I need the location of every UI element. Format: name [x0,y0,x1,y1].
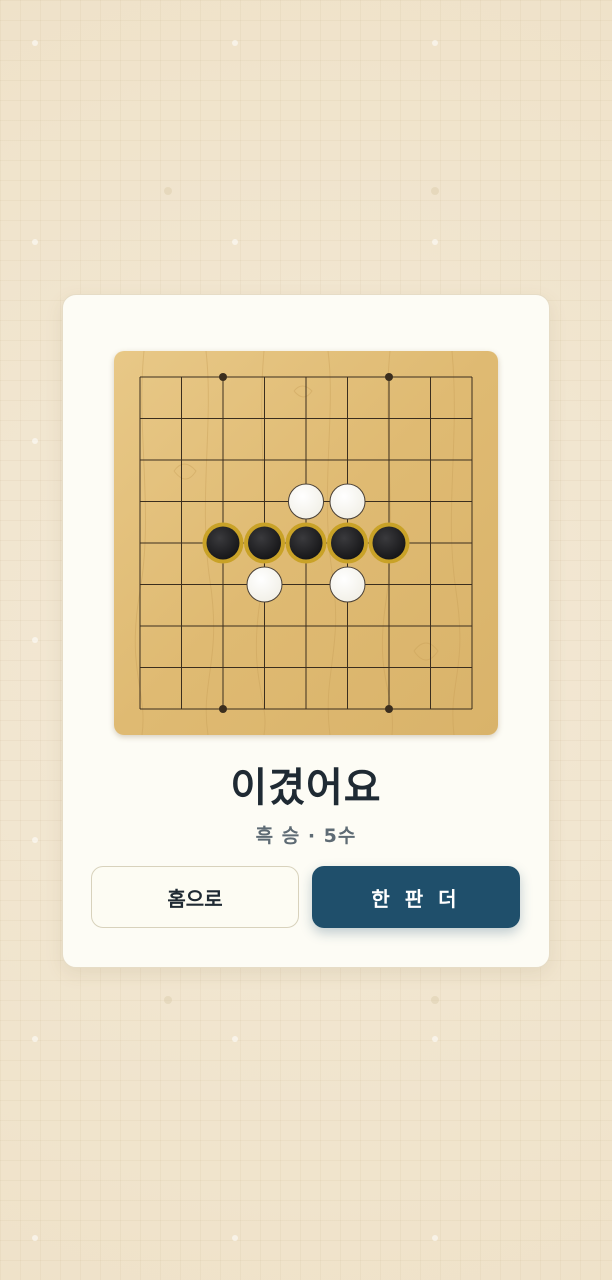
star-point [219,373,227,381]
board-svg [114,351,498,735]
star-point [385,373,393,381]
play-again-button[interactable]: 한 판 더 [312,866,520,928]
black-stone [285,522,327,564]
stone-body [372,526,406,560]
black-stone [368,522,410,564]
result-card: 이겼어요 흑 승 · 5수 홈으로 한 판 더 [62,294,550,968]
white-stone [329,483,366,520]
star-point [219,705,227,713]
stone-body [329,566,366,603]
star-point [385,705,393,713]
stone-body [246,566,283,603]
result-subtitle: 흑 승 · 5수 [255,825,357,847]
stone-body [248,526,281,560]
white-stone [288,483,324,520]
stone-body [289,526,323,560]
stone-body [206,526,240,560]
game-board [114,351,498,735]
black-stone [244,522,285,564]
stone-body [288,483,324,520]
black-stone [202,522,244,564]
home-button[interactable]: 홈으로 [91,866,299,928]
stone-body [329,483,366,520]
black-stone [327,522,368,564]
result-title: 이겼어요 [230,765,382,811]
white-stone [246,566,283,603]
white-stone [329,566,366,603]
stone-body [331,526,364,560]
